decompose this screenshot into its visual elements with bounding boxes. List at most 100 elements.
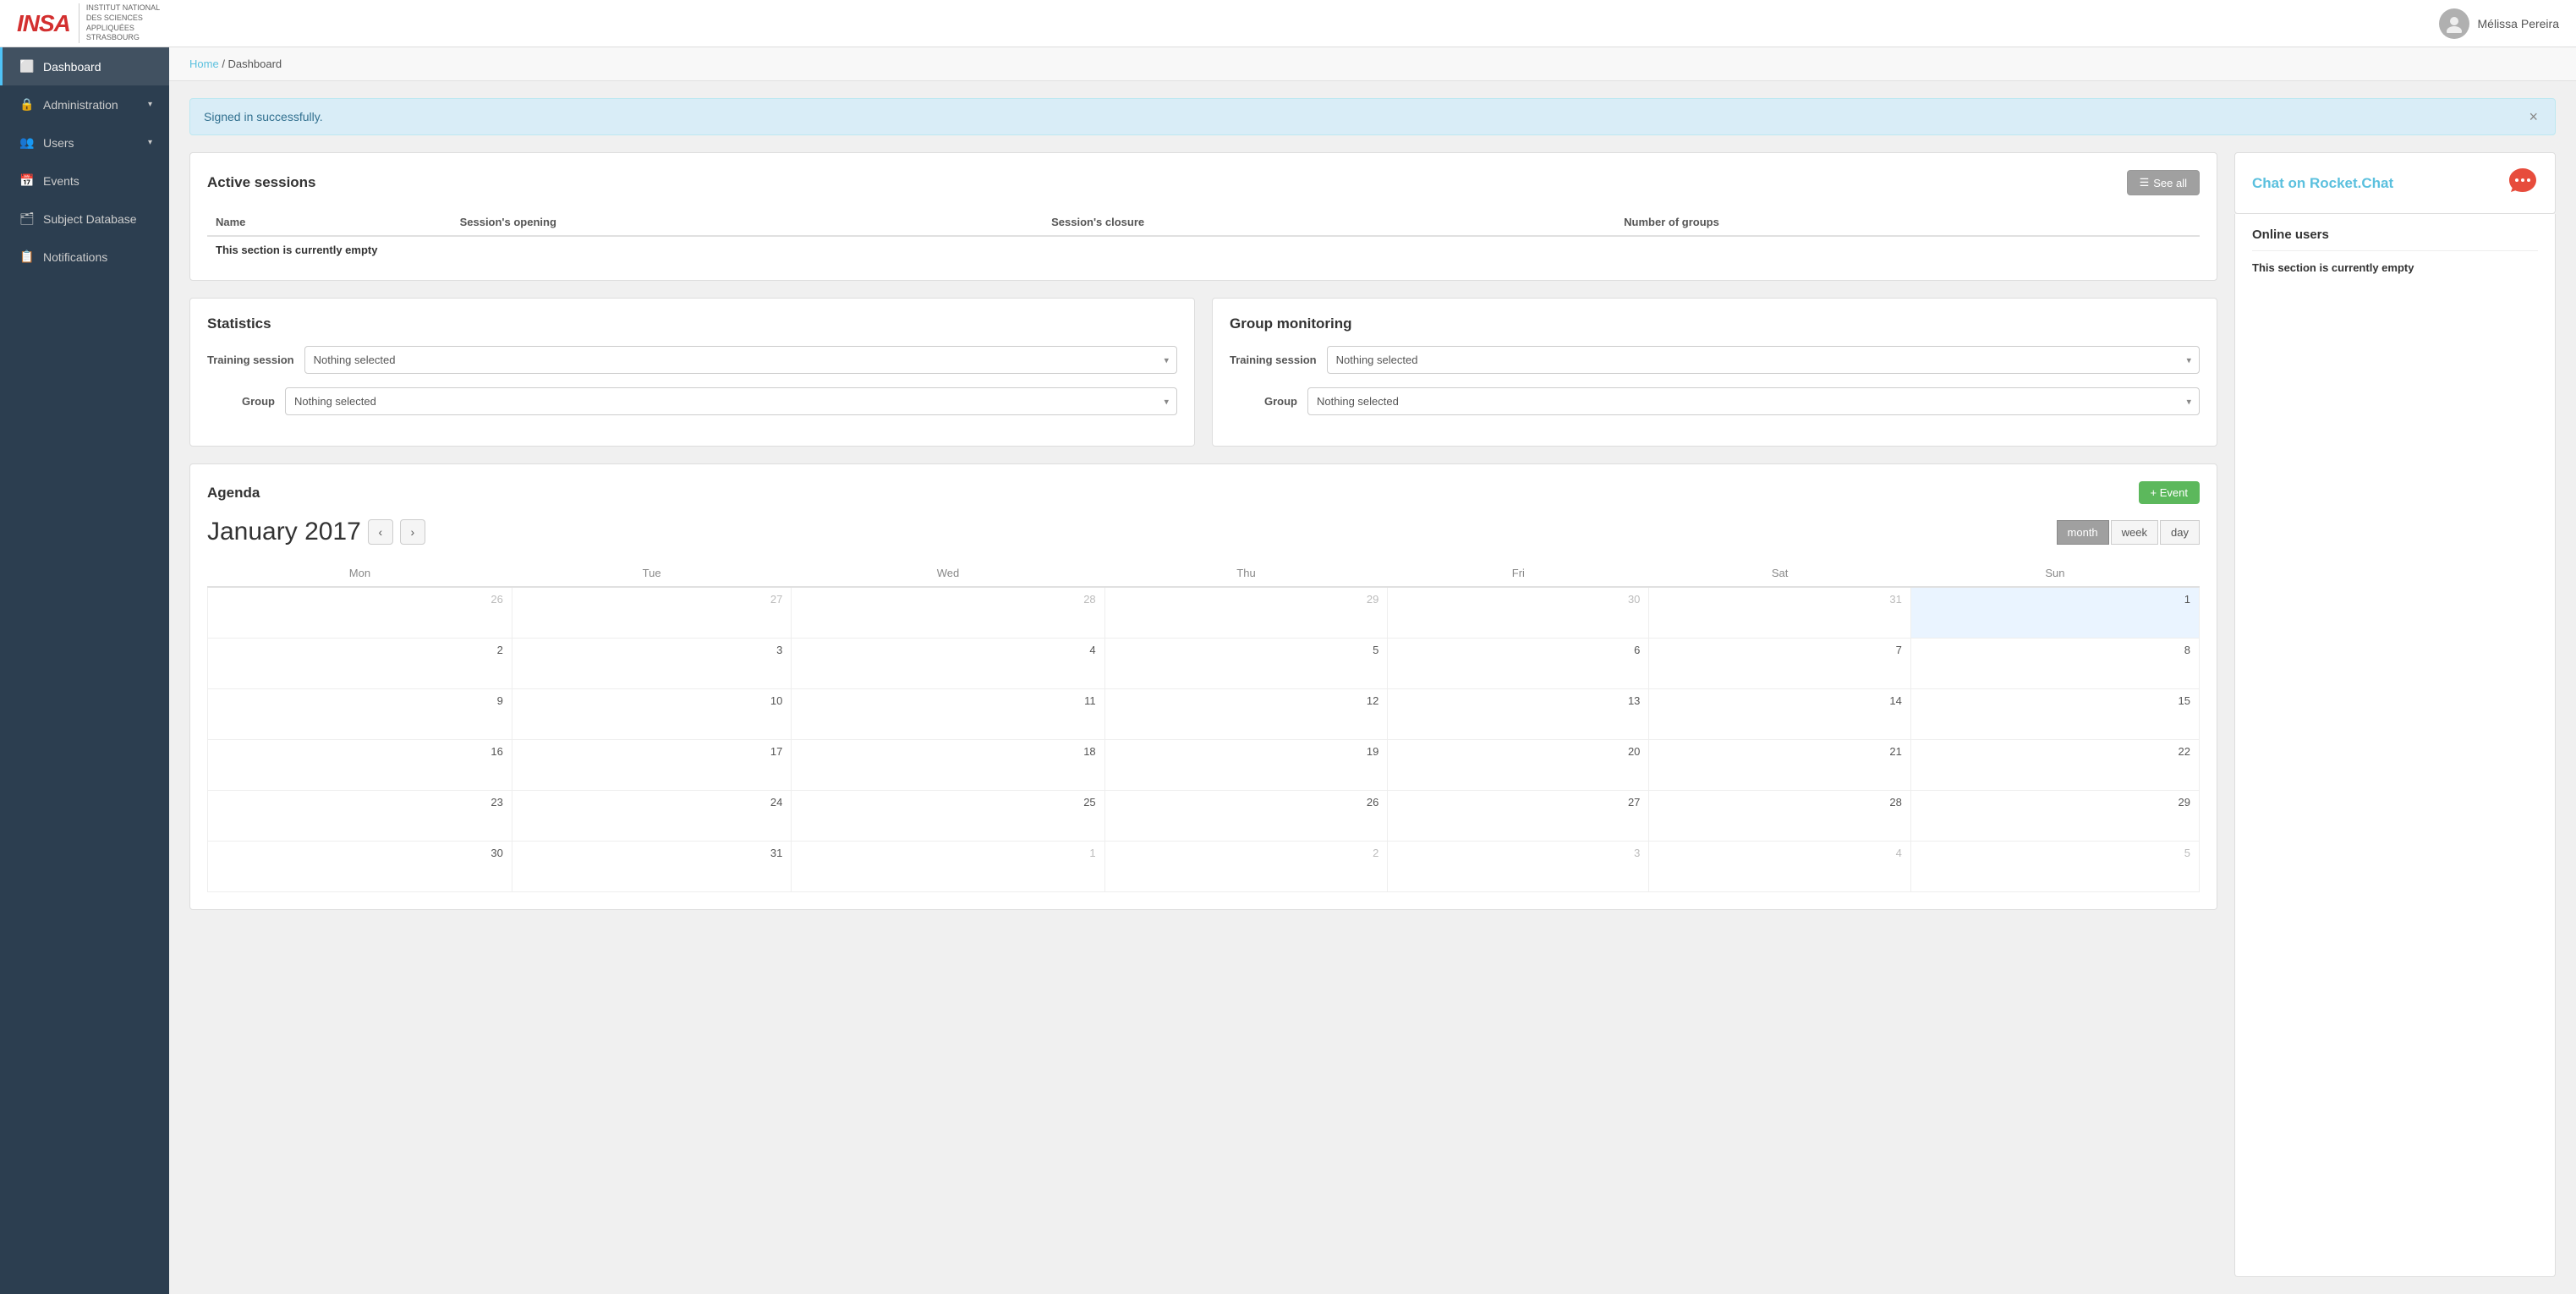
main-content: Signed in successfully. × Active session… bbox=[169, 81, 2576, 1294]
calendar-day-cell[interactable]: 4 bbox=[792, 638, 1104, 688]
chat-icon bbox=[2507, 167, 2538, 200]
sidebar-item-subject-database[interactable]: 🗂 Subject Database bbox=[0, 200, 169, 238]
calendar-day-cell[interactable]: 30 bbox=[208, 841, 512, 891]
calendar-day-cell[interactable]: 26 bbox=[208, 587, 512, 638]
monitor-icon: ⬜ bbox=[19, 59, 35, 74]
monitoring-group-group: Group Nothing selected ▾ bbox=[1230, 387, 2200, 415]
calendar-day-cell[interactable]: 6 bbox=[1388, 638, 1649, 688]
next-month-button[interactable]: › bbox=[400, 519, 425, 545]
alert-success: Signed in successfully. × bbox=[189, 98, 2556, 135]
main-layout: ⬜ Dashboard 🔒 Administration ▾ 👥 Users ▾… bbox=[0, 47, 2576, 1294]
calendar-day-cell[interactable]: 2 bbox=[1104, 841, 1388, 891]
sidebar-item-administration[interactable]: 🔒 Administration ▾ bbox=[0, 85, 169, 123]
calendar-day-cell[interactable]: 23 bbox=[208, 790, 512, 841]
calendar-day-cell[interactable]: 2 bbox=[208, 638, 512, 688]
calendar-day-cell[interactable]: 17 bbox=[512, 739, 791, 790]
sessions-table: Name Session's opening Session's closure… bbox=[207, 209, 2200, 263]
calendar-day-cell[interactable]: 1 bbox=[792, 841, 1104, 891]
monitoring-training-session-select[interactable]: Nothing selected bbox=[1327, 346, 2200, 374]
week-view-button[interactable]: week bbox=[2111, 520, 2158, 545]
calendar-day-cell[interactable]: 15 bbox=[1910, 688, 2199, 739]
sidebar-item-notifications[interactable]: 📋 Notifications bbox=[0, 238, 169, 276]
sidebar-item-label: Users bbox=[43, 136, 74, 150]
online-users-title: Online users bbox=[2252, 228, 2538, 251]
calendar-day-cell[interactable]: 13 bbox=[1388, 688, 1649, 739]
calendar-day-cell[interactable]: 5 bbox=[1104, 638, 1388, 688]
calendar-day-header: Mon bbox=[208, 560, 512, 587]
calendar-day-cell[interactable]: 29 bbox=[1104, 587, 1388, 638]
calendar-day-cell[interactable]: 7 bbox=[1649, 638, 1910, 688]
agenda-card: Agenda + Event January 2017 ‹ › month bbox=[189, 463, 2217, 910]
calendar-week-row: 9101112131415 bbox=[208, 688, 2200, 739]
sessions-empty: This section is currently empty bbox=[207, 236, 2200, 263]
calendar-day-cell[interactable]: 31 bbox=[1649, 587, 1910, 638]
stats-group-select-wrapper: Nothing selected ▾ bbox=[285, 387, 1177, 415]
calendar-day-cell[interactable]: 28 bbox=[792, 587, 1104, 638]
calendar-day-cell[interactable]: 5 bbox=[1910, 841, 2199, 891]
calendar-day-cell[interactable]: 1 bbox=[1910, 587, 2199, 638]
sidebar-item-label: Dashboard bbox=[43, 60, 101, 74]
sidebar-item-label: Notifications bbox=[43, 250, 107, 264]
stats-group-label: Group bbox=[207, 395, 275, 408]
chevron-down-icon: ▾ bbox=[148, 138, 152, 147]
day-view-button[interactable]: day bbox=[2160, 520, 2200, 545]
prev-month-button[interactable]: ‹ bbox=[368, 519, 393, 545]
calendar-day-cell[interactable]: 28 bbox=[1649, 790, 1910, 841]
statistics-card: Statistics Training session Nothing sele… bbox=[189, 298, 1195, 447]
col-groups: Number of groups bbox=[1615, 209, 2200, 236]
calendar-day-cell[interactable]: 27 bbox=[1388, 790, 1649, 841]
online-empty-text: This section is currently empty bbox=[2252, 261, 2538, 274]
table-icon: ☰ bbox=[2140, 176, 2150, 189]
sidebar-item-users[interactable]: 👥 Users ▾ bbox=[0, 123, 169, 162]
calendar-day-cell[interactable]: 25 bbox=[792, 790, 1104, 841]
stats-training-select-wrapper: Nothing selected ▾ bbox=[304, 346, 1177, 374]
add-event-button[interactable]: + Event bbox=[2139, 481, 2200, 504]
calendar-day-cell[interactable]: 14 bbox=[1649, 688, 1910, 739]
calendar-week-row: 2345678 bbox=[208, 638, 2200, 688]
calendar-day-cell[interactable]: 19 bbox=[1104, 739, 1388, 790]
user-area[interactable]: Mélissa Pereira bbox=[2439, 8, 2559, 39]
calendar-day-cell[interactable]: 26 bbox=[1104, 790, 1388, 841]
calendar-day-cell[interactable]: 11 bbox=[792, 688, 1104, 739]
calendar-day-cell[interactable]: 9 bbox=[208, 688, 512, 739]
calendar-day-cell[interactable]: 29 bbox=[1910, 790, 2199, 841]
sidebar-item-label: Administration bbox=[43, 98, 118, 112]
month-view-button[interactable]: month bbox=[2057, 520, 2109, 545]
lock-icon: 🔒 bbox=[19, 97, 35, 112]
table-row: This section is currently empty bbox=[207, 236, 2200, 263]
calendar-day-cell[interactable]: 18 bbox=[792, 739, 1104, 790]
calendar-day-cell[interactable]: 21 bbox=[1649, 739, 1910, 790]
monitoring-training-select-wrapper: Nothing selected ▾ bbox=[1327, 346, 2200, 374]
col-opening: Session's opening bbox=[452, 209, 1044, 236]
calendar-day-cell[interactable]: 30 bbox=[1388, 587, 1649, 638]
breadcrumb-home[interactable]: Home bbox=[189, 58, 219, 70]
calendar-day-cell[interactable]: 10 bbox=[512, 688, 791, 739]
calendar-day-cell[interactable]: 22 bbox=[1910, 739, 2199, 790]
calendar-week-row: 16171819202122 bbox=[208, 739, 2200, 790]
sidebar-item-events[interactable]: 📅 Events bbox=[0, 162, 169, 200]
monitoring-group-select-wrapper: Nothing selected ▾ bbox=[1307, 387, 2200, 415]
alert-close-button[interactable]: × bbox=[2525, 109, 2541, 124]
monitoring-group-select[interactable]: Nothing selected bbox=[1307, 387, 2200, 415]
calendar-day-cell[interactable]: 27 bbox=[512, 587, 791, 638]
calendar-day-cell[interactable]: 3 bbox=[1388, 841, 1649, 891]
sidebar-item-dashboard[interactable]: ⬜ Dashboard bbox=[0, 47, 169, 85]
calendar-day-cell[interactable]: 8 bbox=[1910, 638, 2199, 688]
monitoring-group-label: Group bbox=[1230, 395, 1297, 408]
calendar-day-cell[interactable]: 16 bbox=[208, 739, 512, 790]
agenda-title: Agenda bbox=[207, 485, 260, 502]
user-name: Mélissa Pereira bbox=[2478, 17, 2559, 30]
calendar-day-cell[interactable]: 3 bbox=[512, 638, 791, 688]
calendar-day-cell[interactable]: 12 bbox=[1104, 688, 1388, 739]
see-all-button[interactable]: ☰ See all bbox=[2127, 170, 2200, 195]
calendar-day-cell[interactable]: 31 bbox=[512, 841, 791, 891]
stats-monitoring-row: Statistics Training session Nothing sele… bbox=[189, 298, 2217, 447]
calendar-day-header: Sun bbox=[1910, 560, 2199, 587]
stats-training-session-select[interactable]: Nothing selected bbox=[304, 346, 1177, 374]
calendar-day-cell[interactable]: 20 bbox=[1388, 739, 1649, 790]
calendar-day-cell[interactable]: 4 bbox=[1649, 841, 1910, 891]
logo-area: INSA INSTITUT NATIONAL DES SCIENCES APPL… bbox=[17, 3, 160, 43]
stats-group-select[interactable]: Nothing selected bbox=[285, 387, 1177, 415]
calendar-day-cell[interactable]: 24 bbox=[512, 790, 791, 841]
calendar-grid: MonTueWedThuFriSatSun 262728293031123456… bbox=[207, 560, 2200, 892]
